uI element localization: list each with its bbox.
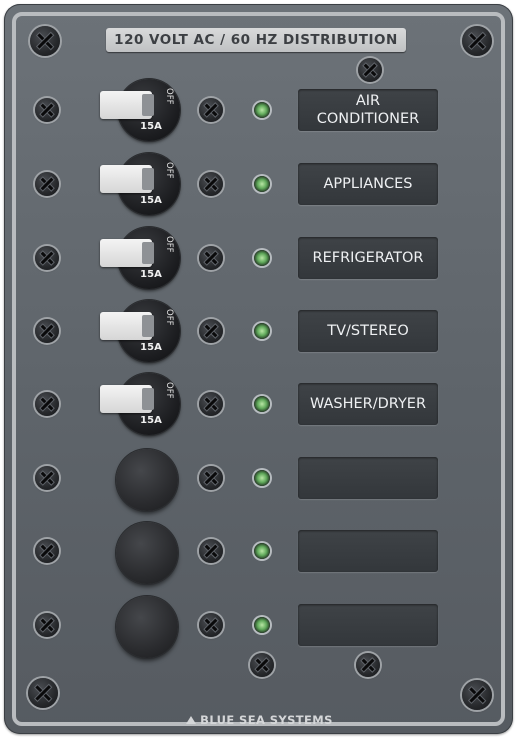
breaker-state-text: OFF — [164, 236, 174, 253]
breaker-state-text: OFF — [164, 162, 174, 179]
breaker-state-text: OFF — [164, 88, 174, 105]
breaker-rating: 15A — [140, 121, 162, 132]
circuit-label: TV/STEREO — [298, 310, 438, 352]
breaker-toggle-switch[interactable] — [100, 239, 154, 267]
screw-icon — [35, 246, 59, 270]
blank-breaker-plug — [116, 596, 178, 658]
screw-icon — [199, 172, 223, 196]
circuit-label: APPLIANCES — [298, 163, 438, 205]
circuit-breaker[interactable]: OFF 15A — [100, 79, 180, 141]
blank-breaker-plug — [116, 449, 178, 511]
breaker-rating: 15A — [140, 195, 162, 206]
circuit-breaker[interactable]: OFF 15A — [100, 373, 180, 435]
screw-icon — [35, 613, 59, 637]
screw-icon — [35, 539, 59, 563]
breaker-rating: 15A — [140, 415, 162, 426]
brand-footer: BLUE SEA SYSTEMS — [0, 713, 519, 727]
breaker-toggle-switch[interactable] — [100, 312, 154, 340]
screw-icon — [35, 466, 59, 490]
indicator-led — [254, 323, 270, 339]
brand-logo-icon — [186, 716, 197, 724]
circuit-label: REFRIGERATOR — [298, 237, 438, 279]
blank-breaker-plug — [116, 522, 178, 584]
screw-icon — [199, 98, 223, 122]
circuit-label — [298, 457, 438, 499]
screw-icon — [462, 680, 492, 710]
screw-icon — [356, 653, 380, 677]
screw-icon — [199, 392, 223, 416]
toggle-knob — [142, 94, 154, 116]
screw-icon — [35, 172, 59, 196]
circuit-label: WASHER/DRYER — [298, 383, 438, 425]
screw-icon — [199, 466, 223, 490]
screw-icon — [35, 98, 59, 122]
screw-icon — [35, 319, 59, 343]
screw-icon — [358, 58, 382, 82]
indicator-led — [254, 102, 270, 118]
breaker-toggle-switch[interactable] — [100, 165, 154, 193]
indicator-led — [254, 470, 270, 486]
screw-icon — [250, 653, 274, 677]
breaker-rating: 15A — [140, 269, 162, 280]
toggle-knob — [142, 168, 154, 190]
indicator-led — [254, 176, 270, 192]
breaker-rating: 15A — [140, 342, 162, 353]
screw-icon — [35, 392, 59, 416]
toggle-knob — [142, 388, 154, 410]
circuit-label: AIR CONDITIONER — [298, 89, 438, 131]
circuit-label — [298, 604, 438, 646]
screw-icon — [30, 26, 60, 56]
breaker-state-text: OFF — [164, 309, 174, 326]
screw-icon — [28, 678, 58, 708]
indicator-led — [254, 543, 270, 559]
panel-title: 120 VOLT AC / 60 HZ DISTRIBUTION — [106, 28, 406, 52]
screw-icon — [199, 319, 223, 343]
indicator-led — [254, 396, 270, 412]
indicator-led — [254, 617, 270, 633]
breaker-toggle-switch[interactable] — [100, 91, 154, 119]
circuit-breaker[interactable]: OFF 15A — [100, 227, 180, 289]
screw-icon — [199, 613, 223, 637]
toggle-knob — [142, 315, 154, 337]
screw-icon — [199, 539, 223, 563]
brand-name: BLUE SEA SYSTEMS — [200, 713, 333, 727]
circuit-label — [298, 530, 438, 572]
breaker-state-text: OFF — [164, 382, 174, 399]
screw-icon — [199, 246, 223, 270]
circuit-breaker[interactable]: OFF 15A — [100, 153, 180, 215]
indicator-led — [254, 250, 270, 266]
toggle-knob — [142, 242, 154, 264]
circuit-breaker[interactable]: OFF 15A — [100, 300, 180, 362]
screw-icon — [462, 26, 492, 56]
breaker-toggle-switch[interactable] — [100, 385, 154, 413]
